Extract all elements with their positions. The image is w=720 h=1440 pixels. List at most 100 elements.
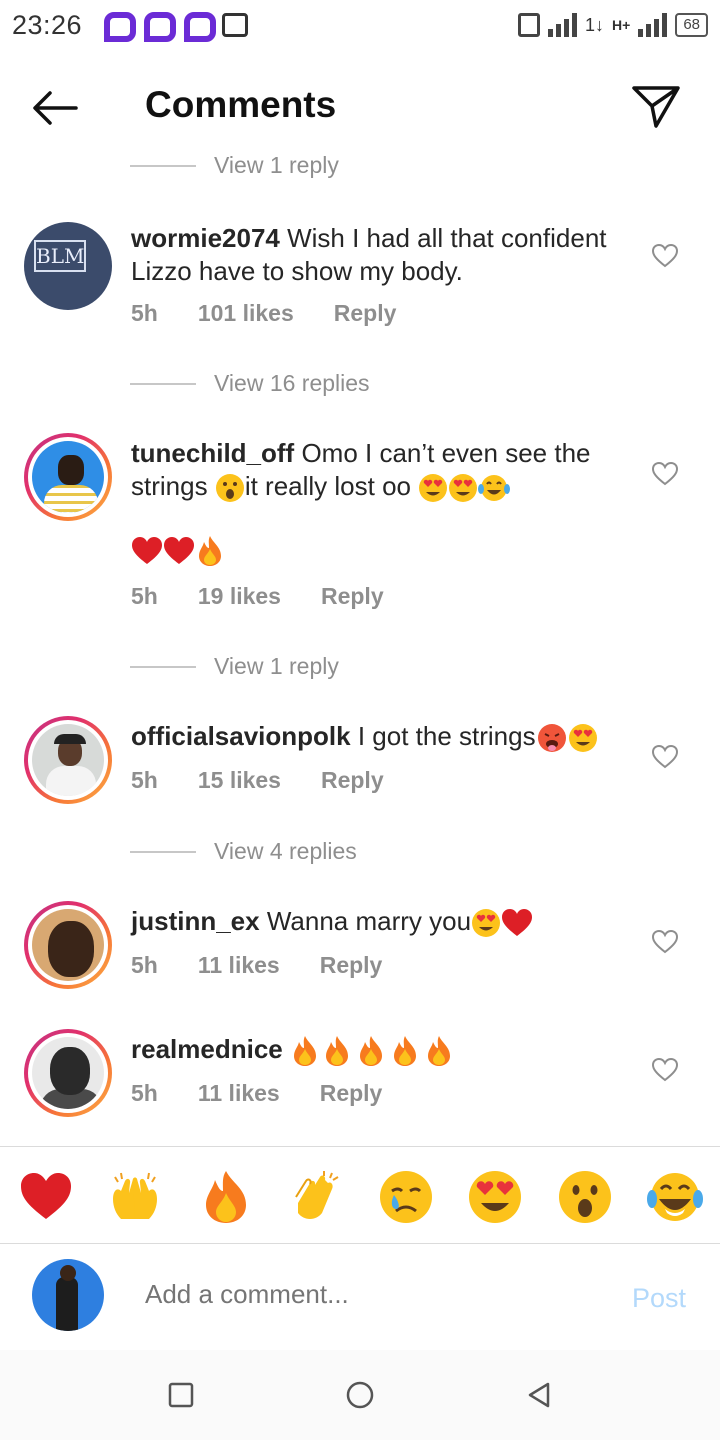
likes-count[interactable]: 19 likes [198, 583, 281, 610]
comment-text: realmednice [131, 1033, 631, 1067]
reply-button[interactable]: Reply [321, 767, 384, 794]
comment-body-continued: it really lost oo [244, 471, 419, 501]
avatar-logo-text: BLM [34, 240, 86, 272]
comment-text: officialsavionpolk I got the strings [131, 720, 631, 753]
avatar-image [32, 441, 104, 513]
heart-eyes-face-icon [419, 474, 448, 503]
likes-count[interactable]: 15 likes [198, 767, 281, 794]
arrow-left-icon[interactable] [30, 88, 80, 128]
surprised-face-icon[interactable] [557, 1169, 613, 1225]
comment-meta: 5h 11 likes Reply [131, 952, 422, 979]
comment-username[interactable]: officialsavionpolk [131, 721, 351, 751]
reply-button[interactable]: Reply [320, 952, 383, 979]
heart-icon[interactable] [652, 462, 678, 486]
post-button[interactable]: Post [632, 1283, 686, 1314]
clapping-hands-icon[interactable] [288, 1169, 344, 1225]
app-notification-icon [182, 12, 217, 42]
view-replies-link[interactable]: View 4 replies [130, 838, 357, 865]
reply-button[interactable]: Reply [321, 583, 384, 610]
comment-meta: 5h 15 likes Reply [131, 767, 424, 794]
fire-icon [393, 1036, 416, 1067]
heart-eyes-face-icon [449, 474, 478, 503]
comment-time: 5h [131, 952, 158, 978]
divider [130, 850, 196, 853]
avatar[interactable]: BLM [24, 222, 112, 310]
comment-meta: 5h 19 likes Reply [131, 583, 424, 610]
view-replies-label: View 4 replies [214, 838, 357, 864]
reply-button[interactable]: Reply [320, 1080, 383, 1107]
heart-icon[interactable] [652, 244, 678, 268]
divider [130, 665, 196, 668]
comment-text: justinn_ex Wanna marry you [131, 905, 631, 938]
view-replies-label: View 1 reply [214, 653, 339, 679]
fire-icon [359, 1036, 382, 1067]
fire-icon [325, 1036, 348, 1067]
status-bar: 23:26 1↓ H+ 68 [0, 0, 720, 50]
hot-face-icon [537, 724, 566, 753]
likes-count[interactable]: 11 likes [198, 1080, 280, 1107]
system-indicators: 1↓ H+ 68 [518, 13, 708, 37]
network-type: H+ [612, 17, 631, 33]
comment-text: wormie2074 Wish I had all that confident… [131, 222, 631, 288]
quick-reaction-bar [0, 1146, 720, 1244]
reply-button[interactable]: Reply [334, 300, 397, 327]
view-replies-label: View 1 reply [214, 152, 339, 178]
avatar[interactable] [24, 433, 112, 521]
heart-eyes-face-icon [472, 909, 501, 938]
raising-hands-icon[interactable] [107, 1169, 163, 1225]
red-heart-icon [164, 537, 194, 565]
signal-icon [638, 13, 668, 37]
recent-apps-icon[interactable] [166, 1380, 196, 1410]
comment-emoji-line [131, 533, 631, 567]
red-heart-icon [132, 537, 162, 565]
view-replies-link[interactable]: View 1 reply [130, 653, 339, 680]
likes-count[interactable]: 11 likes [198, 952, 280, 979]
activity-monitor-icon [222, 13, 249, 37]
data-arrows: 1↓ [585, 14, 605, 35]
notification-icons [102, 12, 249, 42]
red-heart-icon[interactable] [18, 1169, 74, 1225]
comment-username[interactable]: justinn_ex [131, 906, 260, 936]
comment-composer: Post [0, 1245, 720, 1350]
surprised-face-icon [215, 474, 244, 503]
heart-icon[interactable] [652, 1058, 678, 1082]
view-replies-link[interactable]: View 16 replies [130, 370, 370, 397]
fire-icon [293, 1036, 316, 1067]
current-user-avatar [32, 1259, 104, 1331]
comment-time: 5h [131, 583, 158, 609]
view-replies-label: View 16 replies [214, 370, 370, 396]
fire-icon [427, 1036, 450, 1067]
avatar[interactable] [24, 716, 112, 804]
comment-username[interactable]: realmednice [131, 1034, 283, 1064]
fire-icon[interactable] [198, 1169, 254, 1225]
comment-input[interactable] [145, 1279, 585, 1310]
heart-eyes-face-icon [568, 724, 597, 753]
back-nav-icon[interactable] [524, 1380, 554, 1410]
view-replies-link[interactable]: View 1 reply [130, 152, 339, 179]
home-icon[interactable] [345, 1380, 375, 1410]
avatar[interactable] [24, 1029, 112, 1117]
comment-body: I got the strings [350, 721, 536, 751]
avatar-image [32, 1037, 104, 1109]
comment-list[interactable]: View 1 reply BLM wormie2074 Wish I had a… [0, 150, 720, 1145]
battery-indicator: 68 [675, 13, 708, 37]
tears-of-joy-face-icon [478, 475, 511, 502]
tears-of-joy-face-icon[interactable] [647, 1169, 703, 1225]
signal-icon [548, 13, 577, 37]
heart-icon[interactable] [652, 745, 678, 769]
heart-eyes-face-icon[interactable] [467, 1169, 523, 1225]
vibrate-icon [518, 13, 540, 37]
comment-body: Wanna marry you [259, 906, 472, 936]
likes-count[interactable]: 101 likes [198, 300, 294, 327]
heart-icon[interactable] [652, 930, 678, 954]
comment-username[interactable]: tunechild_off [131, 438, 294, 468]
avatar[interactable] [24, 901, 112, 989]
comment-time: 5h [131, 1080, 158, 1106]
comment-username[interactable]: wormie2074 [131, 223, 280, 253]
paper-plane-icon[interactable] [628, 82, 684, 130]
crying-face-icon[interactable] [378, 1169, 434, 1225]
avatar-image [32, 909, 104, 981]
red-heart-icon [502, 909, 533, 937]
system-nav-bar [0, 1350, 720, 1440]
fire-icon [199, 536, 221, 567]
